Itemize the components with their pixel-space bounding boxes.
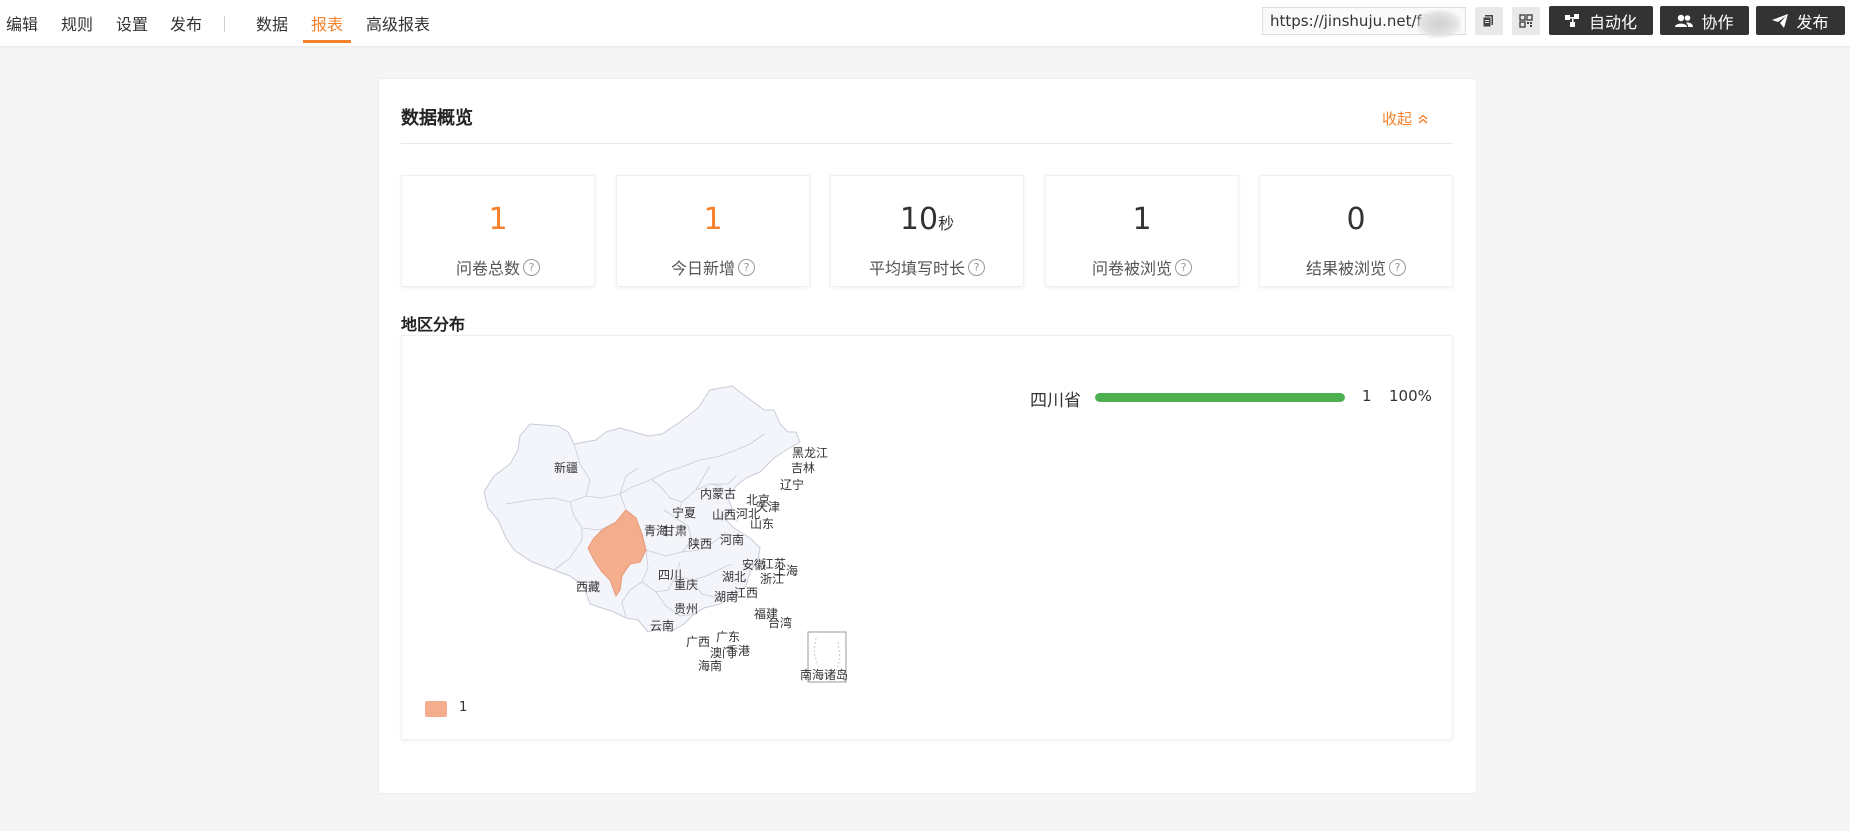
map-label-guangdong: 广东 <box>716 630 740 644</box>
nav-rules[interactable]: 规则 <box>61 0 93 45</box>
nav-advanced-report[interactable]: 高级报表 <box>366 0 430 45</box>
nav-data[interactable]: 数据 <box>256 0 288 45</box>
collaborate-label: 协作 <box>1701 12 1734 32</box>
stat-value: 1 <box>1132 202 1152 237</box>
publish-button[interactable]: 发布 <box>1756 6 1845 35</box>
collapse-label: 收起 <box>1382 110 1413 128</box>
copy-icon <box>1482 15 1493 28</box>
overview-divider <box>401 143 1453 144</box>
automation-icon <box>1564 13 1579 27</box>
nav-settings[interactable]: 设置 <box>116 0 148 45</box>
top-toolbar: 编辑 规则 设置 发布 数据 报表 高级报表 https://jinshuju.… <box>0 0 1850 47</box>
legend-swatch <box>425 701 447 717</box>
map-label-south-sea-islands: 南海诸岛 <box>800 667 848 682</box>
help-icon[interactable]: ? <box>968 258 985 276</box>
map-label-gansu: 甘肃 <box>663 524 687 538</box>
automation-label: 自动化 <box>1588 12 1637 32</box>
ranking-province-label: 四川省 <box>1030 391 1081 411</box>
collapse-toggle[interactable]: 收起 <box>1382 108 1428 129</box>
map-label-ningxia: 宁夏 <box>672 505 696 520</box>
legend-value: 1 <box>459 700 468 715</box>
double-chevron-up-icon <box>1418 114 1428 124</box>
map-label-xinjiang: 新疆 <box>554 460 578 475</box>
help-icon[interactable]: ? <box>738 258 755 276</box>
help-icon[interactable]: ? <box>1175 258 1192 276</box>
stat-total-responses: 1 问卷总数? <box>401 175 595 287</box>
map-label-liaoning: 辽宁 <box>780 477 804 492</box>
stat-label: 问卷被浏览 <box>1091 259 1172 278</box>
map-label-guangxi: 广西 <box>686 635 710 649</box>
overview-title: 数据概览 <box>401 108 473 129</box>
qrcode-button[interactable] <box>1512 7 1540 35</box>
nav-divider <box>224 16 225 32</box>
map-label-neimenggu: 内蒙古 <box>700 486 736 501</box>
region-title: 地区分布 <box>401 315 466 334</box>
map-label-zhejiang: 浙江 <box>760 572 784 586</box>
copy-link-button[interactable] <box>1475 7 1503 35</box>
stat-avg-fill-time: 10秒 平均填写时长? <box>830 175 1024 287</box>
publish-label: 发布 <box>1796 12 1829 32</box>
nav-edit[interactable]: 编辑 <box>6 0 38 45</box>
automation-button[interactable]: 自动化 <box>1549 6 1653 35</box>
stat-label: 问卷总数 <box>455 259 520 278</box>
map-label-chongqing: 重庆 <box>674 578 698 592</box>
map-label-shaanxi: 陕西 <box>688 536 712 551</box>
nav-report[interactable]: 报表 <box>311 0 343 45</box>
map-label-jiangxi: 江西 <box>734 586 758 600</box>
map-label-hainan: 海南 <box>698 658 722 673</box>
send-icon <box>1772 13 1789 28</box>
help-icon[interactable]: ? <box>523 258 540 276</box>
stat-value: 10秒 <box>899 202 955 237</box>
map-label-jilin: 吉林 <box>791 461 815 475</box>
ranking-bar-track <box>1095 393 1345 402</box>
map-label-yunnan: 云南 <box>650 618 674 633</box>
ranking-percent: 100% <box>1389 387 1432 405</box>
stat-result-views: 0 结果被浏览? <box>1259 175 1453 287</box>
ranking-bar-fill <box>1095 393 1345 402</box>
stat-value: 0 <box>1346 202 1366 237</box>
qrcode-icon <box>1519 14 1533 28</box>
help-icon[interactable]: ? <box>1389 258 1406 276</box>
stat-label: 结果被浏览 <box>1305 259 1386 278</box>
map-label-taiwan: 台湾 <box>768 615 792 630</box>
map-label-xizang: 西藏 <box>576 580 600 594</box>
map-label-shandong: 山东 <box>750 517 774 531</box>
users-icon <box>1675 14 1694 27</box>
map-label-henan: 河南 <box>720 532 744 547</box>
china-map[interactable]: 新疆 西藏 青海 甘肃 宁夏 内蒙古 黑龙江 吉林 辽宁 北京 天津 河北 山西… <box>470 380 880 700</box>
url-redaction <box>1417 10 1461 38</box>
map-label-shanxi: 山西 <box>712 508 736 522</box>
stat-value: 1 <box>488 202 508 237</box>
active-tab-indicator <box>303 40 351 43</box>
ranking-count: 1 <box>1362 387 1372 405</box>
map-label-xianggang: 香港 <box>726 644 750 658</box>
stat-label: 平均填写时长 <box>868 259 965 278</box>
stat-form-views: 1 问卷被浏览? <box>1045 175 1239 287</box>
stat-today-new: 1 今日新增? <box>616 175 810 287</box>
collaborate-button[interactable]: 协作 <box>1660 6 1749 35</box>
map-label-guizhou: 贵州 <box>674 602 698 616</box>
map-label-heilongjiang: 黑龙江 <box>792 446 828 460</box>
stat-label: 今日新增 <box>670 259 735 278</box>
stat-value: 1 <box>703 202 723 237</box>
nav-publish[interactable]: 发布 <box>170 0 202 45</box>
